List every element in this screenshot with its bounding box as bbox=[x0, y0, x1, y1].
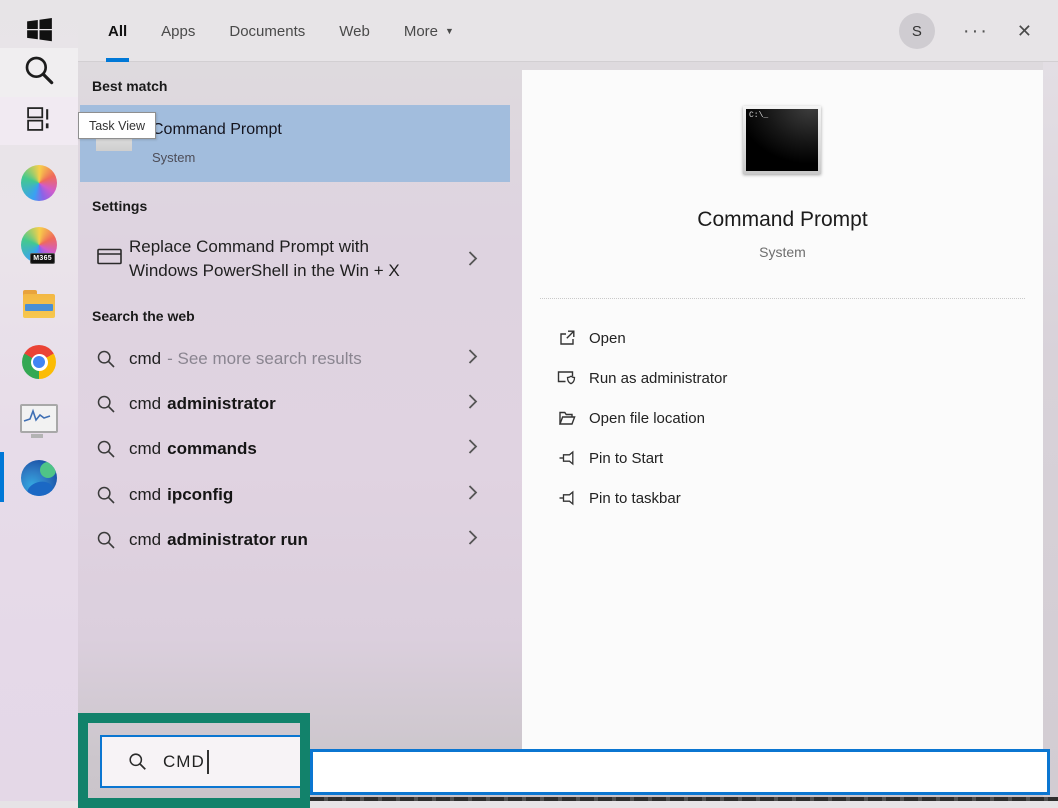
search-input[interactable]: CMD bbox=[100, 735, 302, 788]
chevron-right-icon[interactable] bbox=[468, 438, 478, 459]
search-icon bbox=[96, 394, 116, 414]
pin-icon bbox=[557, 450, 577, 466]
header-controls: S ··· ✕ bbox=[899, 0, 1032, 62]
action-run-as-admin[interactable]: Run as administrator bbox=[522, 358, 1043, 398]
web-result[interactable]: cmdipconfig bbox=[80, 472, 510, 517]
task-view-button[interactable] bbox=[0, 97, 78, 145]
search-icon bbox=[96, 439, 116, 459]
search-icon bbox=[96, 485, 116, 505]
action-pin-to-start[interactable]: Pin to Start bbox=[522, 438, 1043, 478]
search-icon bbox=[96, 530, 116, 550]
windows-search-screen: { "taskbar": { "tooltip": "Task View", "… bbox=[0, 0, 1058, 801]
text-caret bbox=[207, 750, 209, 774]
web-section-label: Search the web bbox=[92, 308, 195, 324]
search-header: All Apps Documents Web More ▼ S ··· ✕ bbox=[78, 0, 1058, 62]
divider bbox=[540, 298, 1025, 299]
search-icon bbox=[96, 349, 116, 369]
action-open-file-location[interactable]: Open file location bbox=[522, 398, 1043, 438]
search-icon bbox=[128, 752, 147, 771]
action-open[interactable]: Open bbox=[522, 318, 1043, 358]
resource-monitor-button[interactable] bbox=[0, 398, 78, 438]
chrome-button[interactable] bbox=[0, 342, 78, 382]
m365-badge: M365 bbox=[30, 253, 55, 264]
results-panel: Best match C:\_ Command Prompt System Se… bbox=[78, 62, 522, 749]
settings-section-label: Settings bbox=[92, 198, 147, 214]
close-icon[interactable]: ✕ bbox=[1017, 21, 1032, 42]
chevron-right-icon[interactable] bbox=[468, 393, 478, 414]
tab-more[interactable]: More ▼ bbox=[404, 0, 454, 62]
m365-copilot-button[interactable]: M365 bbox=[0, 222, 78, 268]
edge-button[interactable] bbox=[0, 456, 78, 500]
edge-icon bbox=[21, 460, 57, 496]
preview-title: Command Prompt bbox=[522, 208, 1043, 232]
pin-icon bbox=[557, 490, 577, 506]
taskbar-search-bar[interactable] bbox=[310, 749, 1050, 795]
preview-subtitle: System bbox=[522, 244, 1043, 260]
windows-logo-icon bbox=[26, 16, 53, 48]
copilot-button[interactable] bbox=[0, 160, 78, 206]
tab-web[interactable]: Web bbox=[339, 0, 370, 62]
file-explorer-icon bbox=[23, 294, 55, 318]
chevron-right-icon[interactable] bbox=[468, 251, 478, 272]
desktop-edge-strip bbox=[1043, 62, 1058, 801]
screen-bottom-edge bbox=[310, 797, 1058, 801]
filter-tabs: All Apps Documents Web More ▼ bbox=[108, 0, 454, 62]
copilot-icon bbox=[21, 165, 57, 201]
chevron-right-icon[interactable] bbox=[468, 348, 478, 369]
search-query-text: CMD bbox=[163, 752, 205, 772]
action-pin-to-taskbar[interactable]: Pin to taskbar bbox=[522, 478, 1043, 518]
tab-apps[interactable]: Apps bbox=[161, 0, 195, 62]
command-prompt-icon: C:\_ bbox=[743, 106, 821, 174]
resource-monitor-icon bbox=[20, 404, 58, 433]
settings-result[interactable]: Replace Command Prompt with Windows Powe… bbox=[80, 232, 510, 290]
taskbar: M365 bbox=[0, 0, 78, 801]
file-explorer-button[interactable] bbox=[0, 286, 78, 326]
tab-documents[interactable]: Documents bbox=[229, 0, 305, 62]
open-folder-icon bbox=[557, 409, 577, 427]
tab-all[interactable]: All bbox=[108, 0, 127, 62]
result-subtitle: System bbox=[152, 150, 195, 165]
chevron-right-icon[interactable] bbox=[468, 529, 478, 550]
active-app-indicator bbox=[0, 452, 4, 502]
user-avatar[interactable]: S bbox=[899, 13, 935, 49]
search-icon bbox=[23, 54, 55, 91]
more-options-icon[interactable]: ··· bbox=[963, 26, 989, 36]
web-result[interactable]: cmd- See more search results bbox=[80, 336, 510, 381]
preview-panel: C:\_ Command Prompt System Open Run as a… bbox=[522, 70, 1043, 749]
task-view-icon bbox=[27, 107, 51, 136]
result-title: Command Prompt bbox=[152, 121, 282, 139]
open-icon bbox=[557, 329, 577, 347]
web-result[interactable]: cmdadministrator bbox=[80, 381, 510, 426]
window-icon bbox=[97, 248, 122, 270]
chevron-right-icon[interactable] bbox=[468, 484, 478, 505]
chrome-icon bbox=[22, 345, 56, 379]
settings-result-text: Replace Command Prompt with Windows Powe… bbox=[129, 235, 400, 283]
web-result[interactable]: cmdcommands bbox=[80, 426, 510, 471]
chevron-down-icon: ▼ bbox=[445, 26, 454, 36]
taskbar-search-button[interactable] bbox=[0, 48, 78, 97]
admin-shield-icon bbox=[557, 369, 577, 387]
task-view-tooltip: Task View bbox=[78, 112, 156, 139]
web-result[interactable]: cmdadministrator run bbox=[80, 517, 510, 562]
best-match-section-label: Best match bbox=[92, 78, 167, 94]
